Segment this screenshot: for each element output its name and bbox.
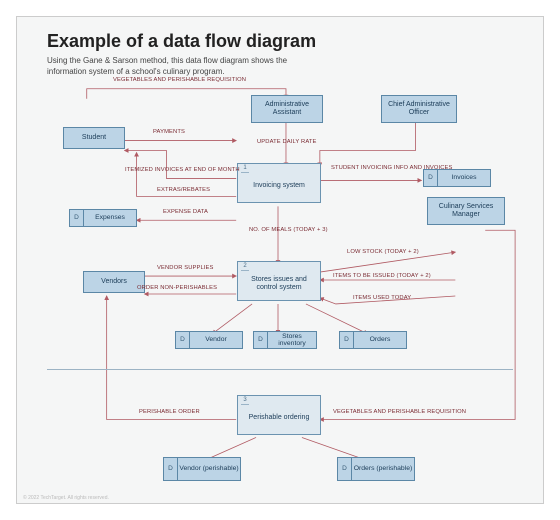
flow-vendor-supplies: Vendor supplies bbox=[157, 265, 214, 271]
page-title: Example of a data flow diagram bbox=[47, 31, 513, 52]
flow-items-to-issue: Items to be issued (today + 2) bbox=[333, 273, 431, 279]
flow-update-daily-rate: Update daily rate bbox=[257, 139, 317, 145]
process-stores: 2 Stores issues and control system bbox=[237, 261, 321, 301]
process-perishable-ordering: 3 Perishable ordering bbox=[237, 395, 321, 435]
header: Example of a data flow diagram Using the… bbox=[17, 17, 543, 84]
datastore-vendor-perishable: D Vendor (perishable) bbox=[163, 457, 241, 481]
flow-veg-req-top: Vegetables and perishable requisition bbox=[113, 77, 246, 83]
flow-perishable-order: Perishable order bbox=[139, 409, 200, 415]
entity-culinary-manager: Culinary Services Manager bbox=[427, 197, 505, 225]
entity-vendors: Vendors bbox=[83, 271, 145, 293]
process-invoicing: 1 Invoicing system bbox=[237, 163, 321, 203]
flow-items-used: Items used today bbox=[353, 295, 411, 301]
flow-extras: Extras/rebates bbox=[157, 187, 210, 193]
diagram-canvas: Example of a data flow diagram Using the… bbox=[16, 16, 544, 504]
flow-no-of-meals: No. of meals (today + 3) bbox=[249, 227, 328, 233]
copyright-footer: © 2022 TechTarget. All rights reserved. bbox=[23, 495, 109, 501]
flow-payments: Payments bbox=[153, 129, 185, 135]
datastore-expenses: D Expenses bbox=[69, 209, 137, 227]
flow-itemized: Itemized invoices at end of month bbox=[125, 167, 240, 173]
entity-admin-assistant: Administrative Assistant bbox=[251, 95, 323, 123]
section-divider bbox=[47, 369, 513, 370]
flow-student-invoicing: Student invoicing info and invoices bbox=[331, 165, 453, 171]
datastore-orders: D Orders bbox=[339, 331, 407, 349]
entity-chief-officer: Chief Administrative Officer bbox=[381, 95, 457, 123]
diagram-frame: Example of a data flow diagram Using the… bbox=[0, 0, 560, 520]
flow-order-nonperish: Order non-perishables bbox=[137, 285, 217, 291]
flow-veg-req-bottom: Vegetables and perishable requisition bbox=[333, 409, 466, 415]
flow-expense-data: Expense data bbox=[163, 209, 208, 215]
diagram-body: Administrative Assistant Chief Administr… bbox=[17, 77, 543, 503]
flow-low-stock: Low stock (today + 2) bbox=[347, 249, 419, 255]
page-subtitle: Using the Gane & Sarson method, this dat… bbox=[47, 56, 307, 78]
entity-student: Student bbox=[63, 127, 125, 149]
datastore-orders-perishable: D Orders (perishable) bbox=[337, 457, 415, 481]
datastore-stores-inventory: D Stores inventory bbox=[253, 331, 317, 349]
datastore-vendor: D Vendor bbox=[175, 331, 243, 349]
datastore-invoices: D Invoices bbox=[423, 169, 491, 187]
